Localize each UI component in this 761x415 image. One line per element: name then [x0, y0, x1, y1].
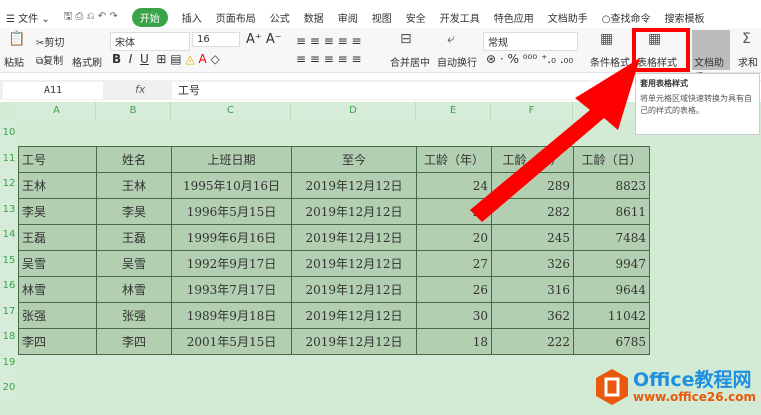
office-logo-icon — [596, 369, 628, 405]
red-arrow — [470, 58, 640, 222]
watermark-brand: Office教程网 — [633, 369, 752, 391]
watermark: Office教程网 www.office26.com — [595, 368, 756, 406]
arrow-shape — [470, 58, 640, 222]
watermark-url: www.office26.com — [633, 390, 757, 404]
